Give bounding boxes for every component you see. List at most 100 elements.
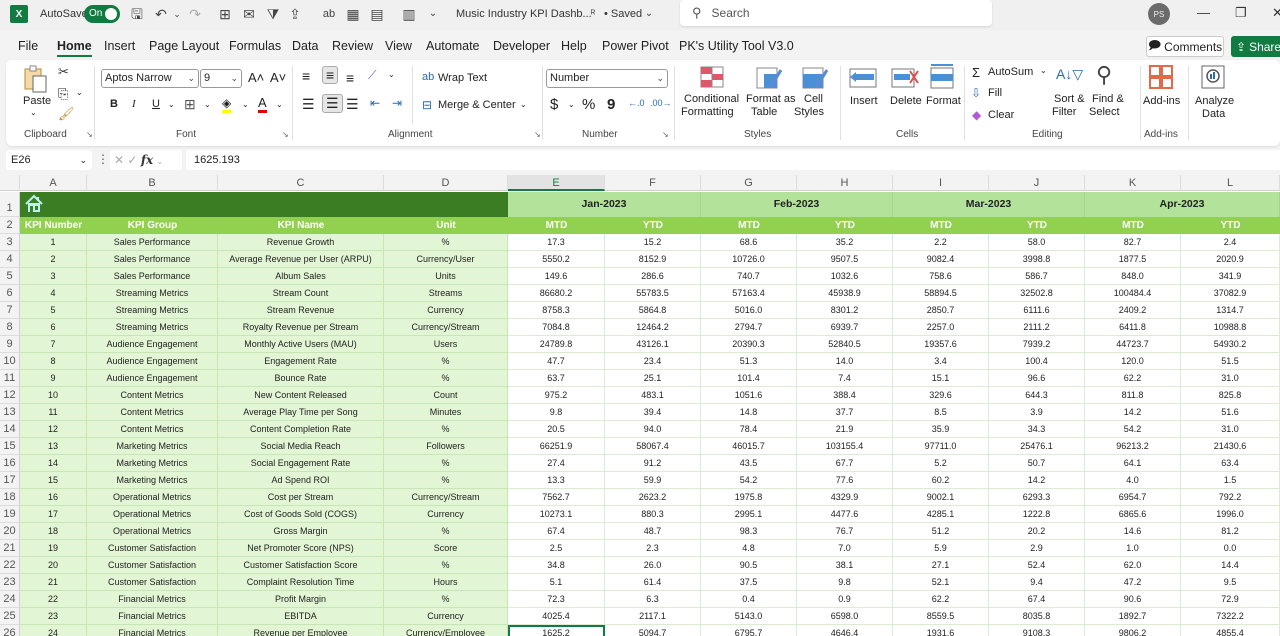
kpi-name-cell[interactable]: Social Media Reach: [218, 438, 384, 455]
column-header-l[interactable]: L: [1181, 175, 1280, 191]
merge-center-button[interactable]: Merge & Center: [438, 99, 516, 111]
value-cell[interactable]: 286.6: [605, 268, 701, 285]
value-cell[interactable]: 66251.9: [508, 438, 605, 455]
clear-eraser-icon[interactable]: ◆: [972, 108, 981, 122]
value-cell[interactable]: 14.2: [989, 472, 1085, 489]
value-cell[interactable]: 47.7: [508, 353, 605, 370]
kpi-number-cell[interactable]: 18: [20, 523, 87, 540]
value-cell[interactable]: 72.9: [1181, 591, 1280, 608]
tab-automate[interactable]: Automate: [426, 39, 480, 53]
row-header-7[interactable]: 7: [0, 302, 20, 319]
kpi-name-cell[interactable]: Customer Satisfaction Score: [218, 557, 384, 574]
value-cell[interactable]: 388.4: [797, 387, 893, 404]
kpi-number-cell[interactable]: 8: [20, 353, 87, 370]
sort-filter-button-line2[interactable]: Filter: [1052, 106, 1076, 118]
value-cell[interactable]: 62.2: [893, 591, 989, 608]
autosum-dropdown-icon[interactable]: ⌄: [1040, 66, 1047, 75]
row-header-16[interactable]: 16: [0, 455, 20, 472]
value-cell[interactable]: 54.2: [1085, 421, 1181, 438]
value-cell[interactable]: 51.3: [701, 353, 797, 370]
unit-cell[interactable]: %: [384, 234, 508, 251]
font-size-select[interactable]: 9 ⌄: [200, 69, 242, 88]
wrap-text-icon[interactable]: ab: [422, 71, 434, 83]
value-cell[interactable]: 39.4: [605, 404, 701, 421]
value-cell[interactable]: 5550.2: [508, 251, 605, 268]
kpi-number-cell[interactable]: 7: [20, 336, 87, 353]
value-cell[interactable]: 54.2: [701, 472, 797, 489]
unit-cell[interactable]: %: [384, 353, 508, 370]
increase-indent-icon[interactable]: ⇥: [392, 96, 402, 110]
row-header-13[interactable]: 13: [0, 404, 20, 421]
value-cell[interactable]: 811.8: [1085, 387, 1181, 404]
value-cell[interactable]: 63.4: [1181, 455, 1280, 472]
tab-file[interactable]: File: [18, 39, 38, 53]
value-cell[interactable]: 8758.3: [508, 302, 605, 319]
paste-button[interactable]: Paste: [23, 95, 51, 107]
unit-cell[interactable]: Count: [384, 387, 508, 404]
value-cell[interactable]: 7562.7: [508, 489, 605, 506]
currency-dropdown-icon[interactable]: ⌄: [568, 100, 575, 109]
unit-cell[interactable]: Followers: [384, 438, 508, 455]
value-cell[interactable]: 0.4: [701, 591, 797, 608]
value-cell[interactable]: 23.4: [605, 353, 701, 370]
value-cell[interactable]: 2794.7: [701, 319, 797, 336]
kpi-name-cell[interactable]: Average Play Time per Song: [218, 404, 384, 421]
column-header-c[interactable]: C: [218, 175, 384, 191]
value-cell[interactable]: 5094.7: [605, 625, 701, 636]
name-box[interactable]: E26 ⌄: [6, 150, 92, 170]
kpi-number-cell[interactable]: 5: [20, 302, 87, 319]
value-cell[interactable]: 1314.7: [1181, 302, 1280, 319]
kpi-group-cell[interactable]: Content Metrics: [87, 404, 218, 421]
value-cell[interactable]: 4025.4: [508, 608, 605, 625]
value-cell[interactable]: 7.4: [797, 370, 893, 387]
value-cell[interactable]: 94.0: [605, 421, 701, 438]
value-cell[interactable]: 14.0: [797, 353, 893, 370]
row-header-6[interactable]: 6: [0, 285, 20, 302]
kpi-number-cell[interactable]: 19: [20, 540, 87, 557]
percent-button[interactable]: %: [582, 96, 595, 113]
value-cell[interactable]: 7.0: [797, 540, 893, 557]
redo-icon[interactable]: ↷: [186, 5, 204, 23]
minimize-icon[interactable]: —: [1197, 5, 1210, 20]
orientation-icon[interactable]: ⟋: [368, 68, 376, 83]
value-cell[interactable]: 8152.9: [605, 251, 701, 268]
tab-power-pivot[interactable]: Power Pivot: [602, 39, 669, 53]
value-cell[interactable]: 34.8: [508, 557, 605, 574]
kpi-number-cell[interactable]: 24: [20, 625, 87, 636]
paste-icon[interactable]: [22, 64, 48, 94]
orientation-dropdown-icon[interactable]: ⌄: [388, 70, 395, 79]
value-cell[interactable]: 14.8: [701, 404, 797, 421]
freeze-panes-icon[interactable]: ▦: [344, 5, 362, 23]
value-cell[interactable]: 44723.7: [1085, 336, 1181, 353]
value-cell[interactable]: 4646.4: [797, 625, 893, 636]
value-cell[interactable]: 27.1: [893, 557, 989, 574]
conditional-formatting-icon[interactable]: [700, 66, 724, 91]
enter-icon[interactable]: ✓: [127, 153, 137, 167]
kpi-group-cell[interactable]: Content Metrics: [87, 421, 218, 438]
value-cell[interactable]: 758.6: [893, 268, 989, 285]
value-cell[interactable]: 1.5: [1181, 472, 1280, 489]
kpi-number-cell[interactable]: 13: [20, 438, 87, 455]
unit-cell[interactable]: Minutes: [384, 404, 508, 421]
value-cell[interactable]: 59.9: [605, 472, 701, 489]
value-cell[interactable]: 6411.8: [1085, 319, 1181, 336]
kpi-group-cell[interactable]: Streaming Metrics: [87, 285, 218, 302]
merge-center-icon[interactable]: ⊟: [422, 98, 432, 112]
unit-cell[interactable]: Currency: [384, 506, 508, 523]
row-header-20[interactable]: 20: [0, 523, 20, 540]
number-launcher-icon[interactable]: ↘: [662, 130, 669, 139]
unit-cell[interactable]: %: [384, 370, 508, 387]
format-button[interactable]: Format: [926, 95, 961, 107]
kpi-name-cell[interactable]: Average Revenue per User (ARPU): [218, 251, 384, 268]
borders-icon[interactable]: ⊞: [216, 5, 234, 23]
value-cell[interactable]: 14.6: [1085, 523, 1181, 540]
value-cell[interactable]: 98.3: [701, 523, 797, 540]
find-select-icon[interactable]: ⚲: [1096, 62, 1112, 88]
kpi-name-cell[interactable]: Monthly Active Users (MAU): [218, 336, 384, 353]
tab-insert[interactable]: Insert: [104, 39, 135, 53]
align-left-icon[interactable]: ☰: [302, 96, 315, 113]
value-cell[interactable]: 1051.6: [701, 387, 797, 404]
unit-cell[interactable]: Currency/User: [384, 251, 508, 268]
kpi-group-cell[interactable]: Streaming Metrics: [87, 302, 218, 319]
value-cell[interactable]: 26.0: [605, 557, 701, 574]
